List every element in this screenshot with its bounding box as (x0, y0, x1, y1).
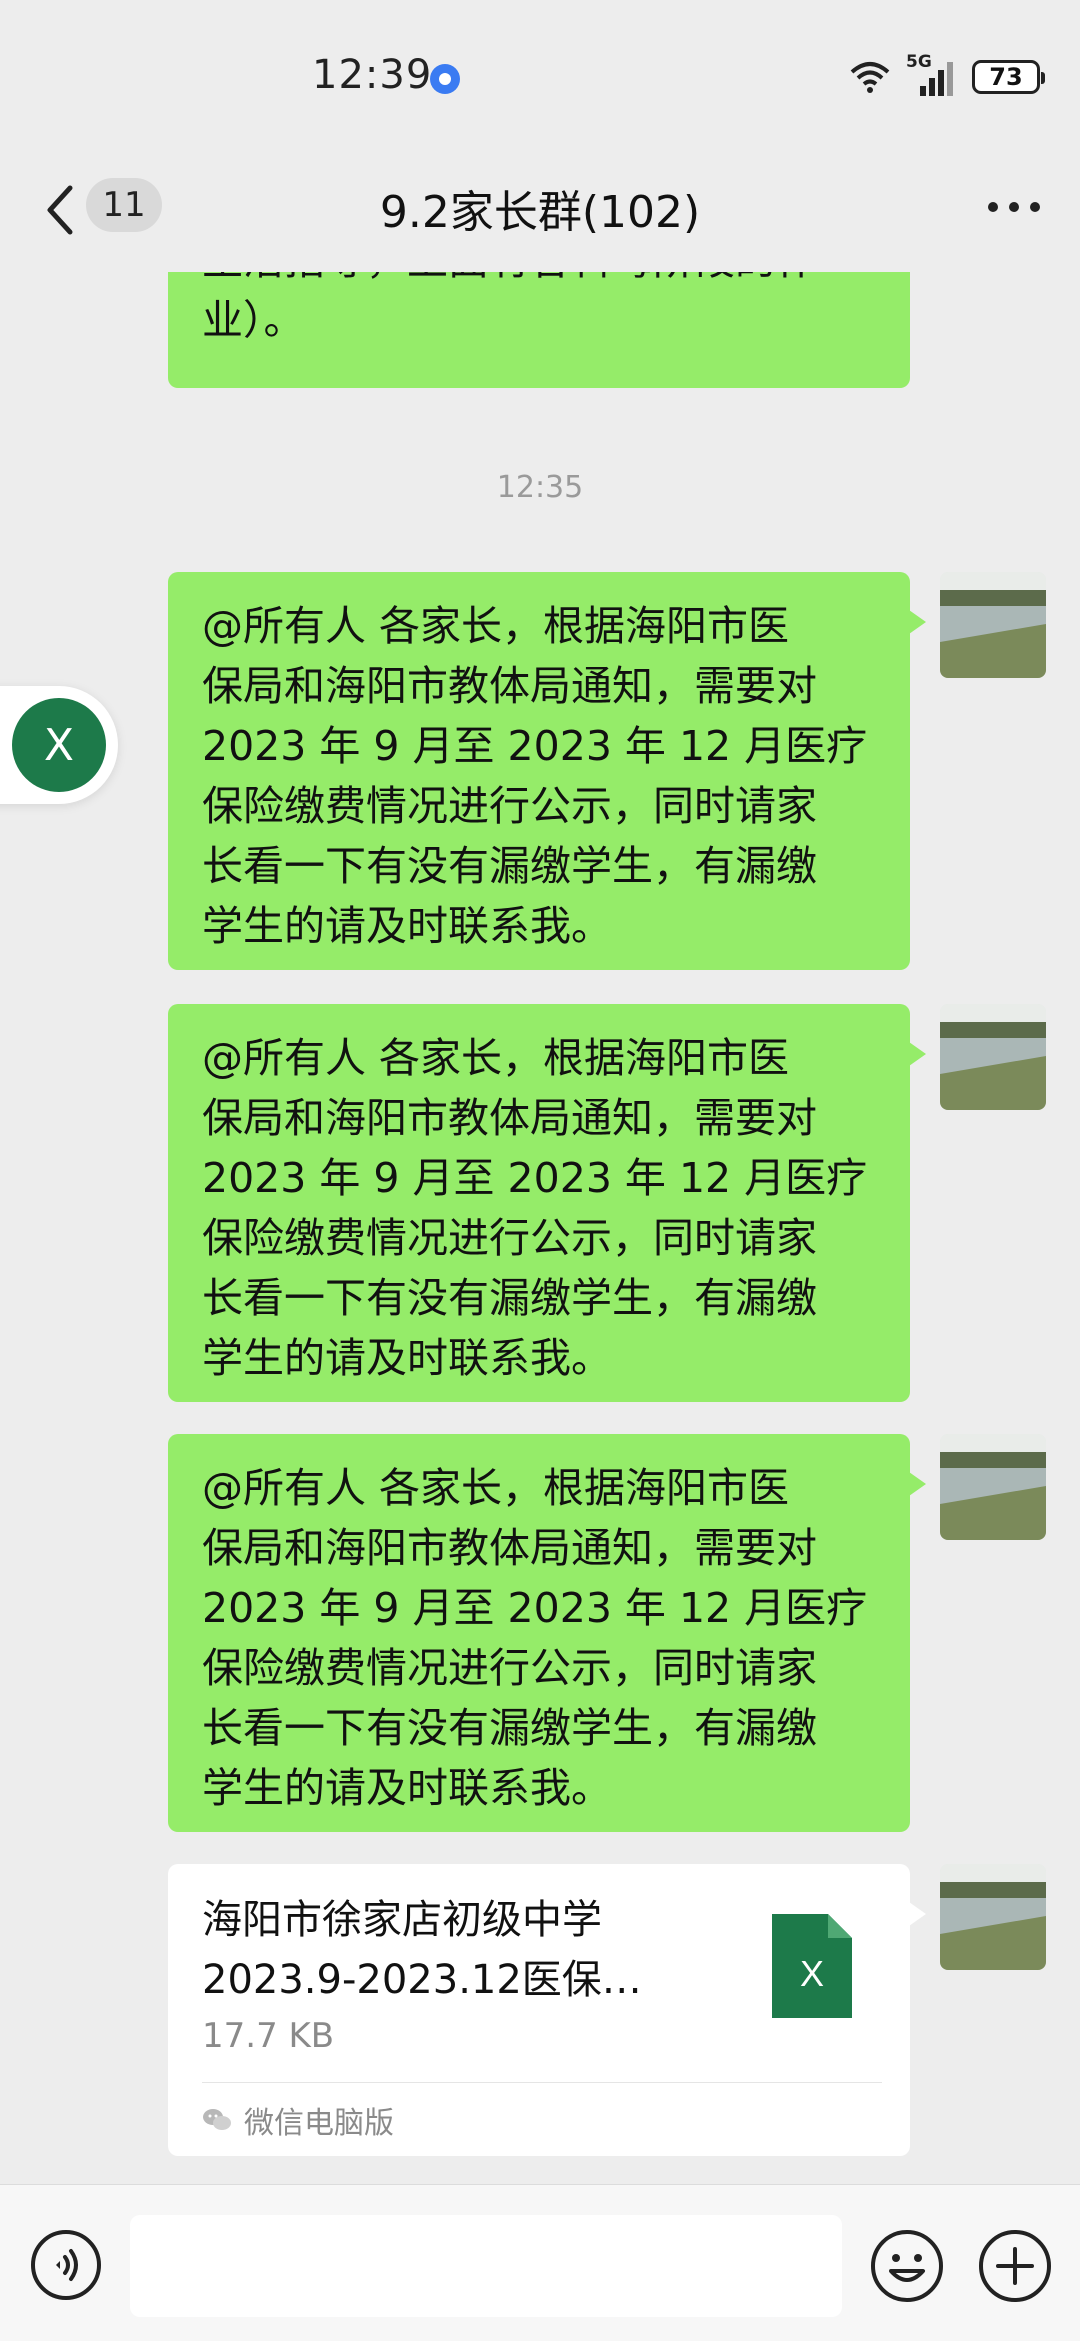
message-line: 保险缴费情况进行公示，同时请家 (202, 782, 817, 830)
signal-icon: 5G (906, 52, 958, 96)
message-line: 保局和海阳市教体局通知，需要对 (202, 1524, 817, 1572)
floating-file-shortcut[interactable]: X (0, 686, 118, 804)
message-line: 2023 年 9 月至 2023 年 12 月医疗 (202, 722, 868, 770)
message-line: 保局和海阳市教体局通知，需要对 (202, 1094, 817, 1142)
message-line: @所有人 各家长，根据海阳市医 (202, 1464, 790, 1512)
file-size: 17.7 KB (202, 2016, 335, 2056)
file-name-line: 海阳市徐家店初级中学 (202, 1897, 602, 1943)
file-message-card[interactable]: 海阳市徐家店初级中学 2023.9-2023.12医保… 17.7 KB X 微… (168, 1864, 926, 2156)
emoji-icon[interactable] (870, 2229, 944, 2303)
message-line: 长看一下有没有漏缴学生，有漏缴 (202, 1704, 817, 1752)
message-line: @所有人 各家长，根据海阳市医 (202, 602, 790, 650)
status-time: 12:39 (312, 52, 433, 98)
location-indicator-icon (430, 64, 460, 94)
wifi-icon (850, 62, 890, 93)
message-line: 保局和海阳市教体局通知，需要对 (202, 662, 817, 710)
message-line: 2023 年 9 月至 2023 年 12 月医疗 (202, 1584, 868, 1632)
file-name: 海阳市徐家店初级中学 2023.9-2023.12医保… (202, 1890, 662, 2010)
avatar[interactable] (940, 1434, 1046, 1540)
chat-header: 11 9.2家长群(102) (0, 150, 1080, 272)
message-line: 保险缴费情况进行公示，同时请家 (202, 1644, 817, 1692)
avatar[interactable] (940, 1864, 1046, 1970)
message-line: 2023 年 9 月至 2023 年 12 月医疗 (202, 1154, 868, 1202)
message-bubble[interactable]: @所有人 各家长，根据海阳市医 保局和海阳市教体局通知，需要对 2023 年 9… (168, 1004, 926, 1402)
message-line: 学生的请及时联系我。 (202, 1334, 612, 1382)
message-line: 学生的请及时联系我。 (202, 902, 612, 950)
message-timestamp: 12:35 (496, 470, 584, 505)
message-bubble[interactable]: @所有人 各家长，根据海阳市医 保局和海阳市教体局通知，需要对 2023 年 9… (168, 572, 926, 970)
status-icons: 5G 73 (848, 52, 1045, 96)
floating-excel-icon: X (12, 698, 106, 792)
excel-letter: X (800, 1953, 824, 1994)
more-icon[interactable] (986, 200, 1042, 214)
plus-icon[interactable] (978, 2229, 1052, 2303)
excel-file-icon: X (772, 1914, 852, 2018)
message-line: 长看一下有没有漏缴学生，有漏缴 (202, 1274, 817, 1322)
status-bar: 12:39 5G 73 (0, 0, 1080, 150)
file-name-line: 2023.9-2023.12医保… (202, 1957, 642, 2003)
message-line: 保险缴费情况进行公示，同时请家 (202, 1214, 817, 1262)
message-line: 生活指导，上面有各科每阶段的作 (202, 272, 876, 290)
file-source: 微信电脑版 (202, 2098, 394, 2142)
battery-indicator: 73 (972, 60, 1045, 94)
divider (202, 2082, 882, 2083)
input-bar (0, 2184, 1080, 2341)
message-list[interactable]: 生活指导，上面有各科每阶段的作 业）。 12:35 @所有人 各家长，根据海阳市… (0, 272, 1080, 2184)
avatar[interactable] (940, 572, 1046, 678)
wechat-icon (203, 2109, 231, 2130)
message-bubble[interactable]: @所有人 各家长，根据海阳市医 保局和海阳市教体局通知，需要对 2023 年 9… (168, 1434, 926, 1832)
message-line: 业）。 (202, 296, 305, 344)
message-input[interactable] (130, 2215, 842, 2317)
chat-title: 9.2家长群(102) (379, 187, 701, 238)
message-line: @所有人 各家长，根据海阳市医 (202, 1034, 790, 1082)
message-line: 学生的请及时联系我。 (202, 1764, 612, 1812)
voice-icon[interactable] (30, 2229, 102, 2301)
avatar[interactable] (940, 1004, 1046, 1110)
file-source-label: 微信电脑版 (244, 2106, 394, 2141)
message-line: 长看一下有没有漏缴学生，有漏缴 (202, 842, 817, 890)
message-bubble[interactable]: 生活指导，上面有各科每阶段的作 业）。 (168, 272, 910, 388)
